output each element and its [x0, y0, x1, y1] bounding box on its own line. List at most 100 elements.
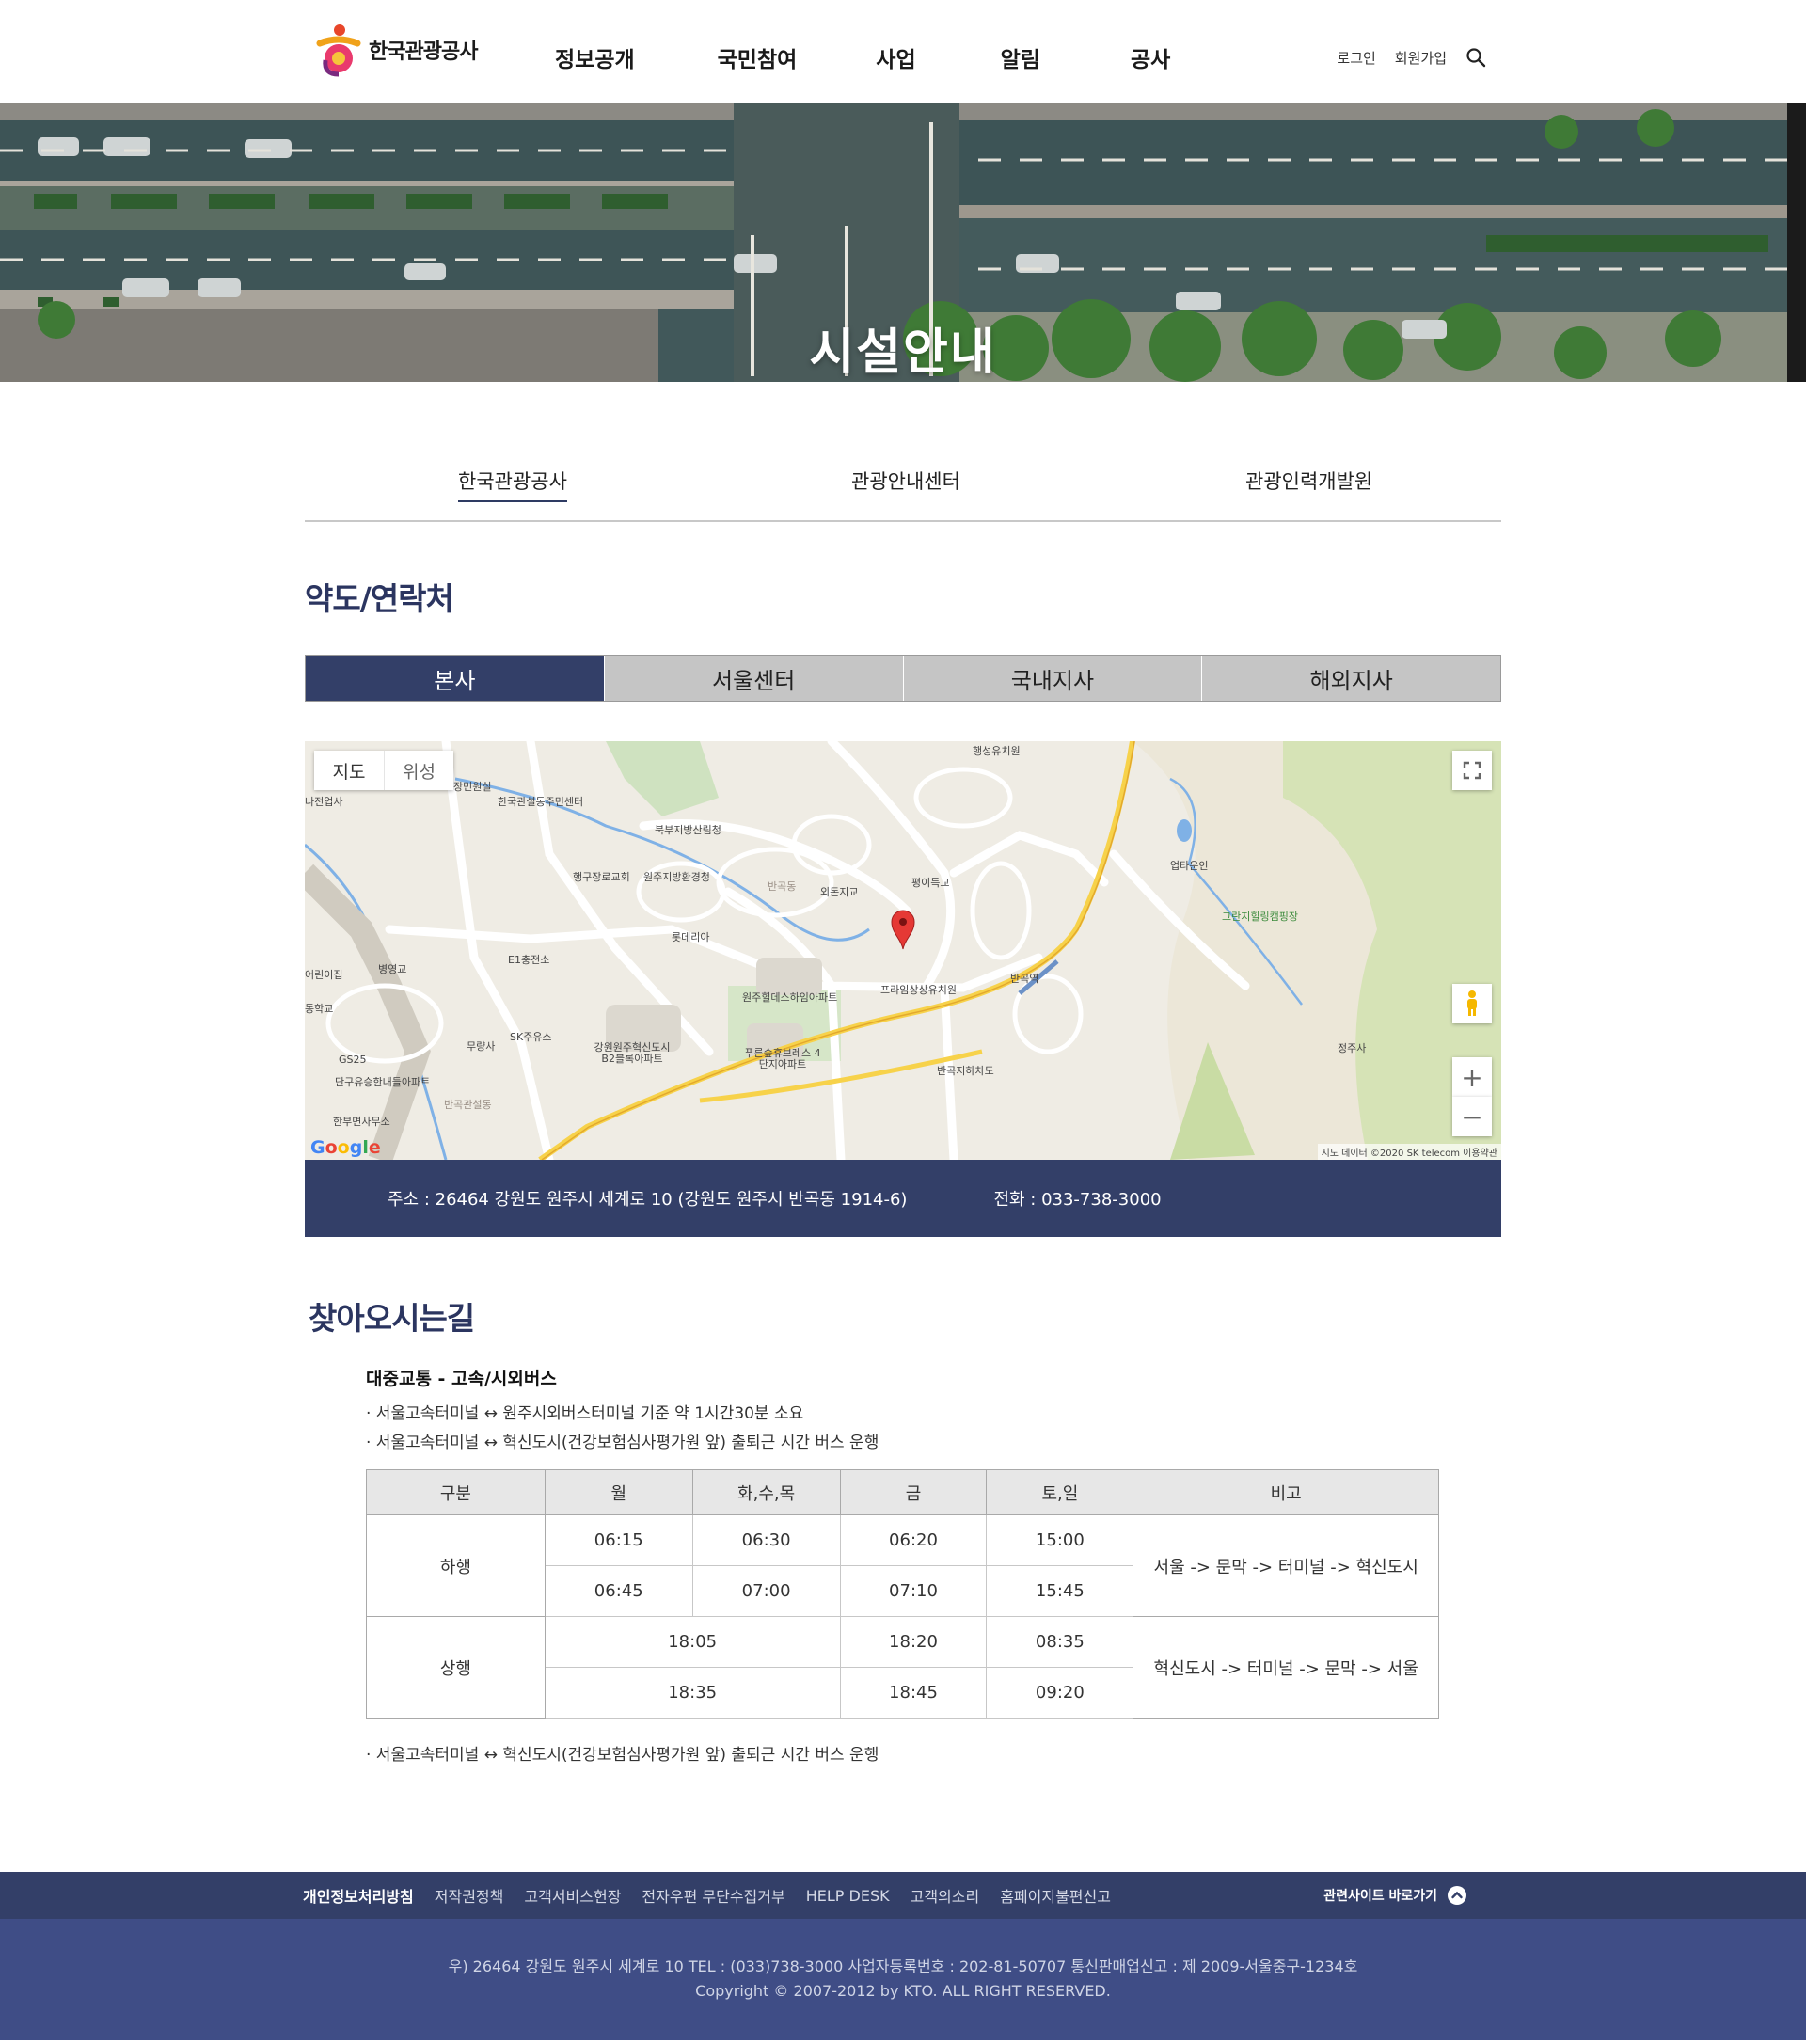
bullet-text: · 서울고속터미널 ↔ 원주시외버스터미널 기준 약 1시간30분 소요 [366, 1404, 804, 1423]
map-label: 원주힐데스하임아파트 [742, 991, 838, 1004]
subtab-tourist-center[interactable]: 관광안내센터 [851, 467, 960, 500]
site-header: 한국관광공사 정보공개 국민참여 사업 알림 공사 로그인 회원가입 [0, 0, 1806, 103]
transport-subtitle: 대중교통 - 고속/시외버스 [366, 1369, 557, 1389]
zoom-in-icon[interactable]: + [1452, 1057, 1492, 1097]
footer-link-service-charter[interactable]: 고객서비스헌장 [524, 1884, 621, 1907]
map-label: E1충전소 [508, 954, 550, 966]
map-label: 행구장로교회 [573, 871, 630, 883]
route-note: 서울 -> 문막 -> 터미널 -> 혁신도시 [1133, 1514, 1439, 1617]
page-title: 시설안내 [809, 325, 997, 381]
table-header: 화,수,목 [691, 1469, 841, 1515]
search-icon[interactable] [1465, 47, 1486, 68]
footer-link-copyright[interactable]: 저작권정책 [435, 1884, 504, 1907]
table-cell: 08:35 [986, 1616, 1134, 1668]
map-label: 반곡동 [768, 880, 797, 893]
footer-links: 개인정보처리방침 저작권정책 고객서비스헌장 전자우편 무단수집거부 HELP … [303, 1872, 1132, 1919]
footer-address: 우) 26464 강원도 원주시 세계로 10 TEL : (033)738-3… [448, 1957, 1358, 1975]
table-cell: 18:20 [839, 1616, 988, 1668]
location-map[interactable]: 지도 위성 + − 행성유치원 장민원실 한국관설동주민센터 나전업사 북부지방… [305, 741, 1501, 1160]
map-label: 어린이집 [305, 969, 343, 981]
map-label: 병영교 [378, 963, 407, 975]
subtab-kto[interactable]: 한국관광공사 [458, 467, 567, 502]
tab-domestic-branch[interactable]: 국내지사 [902, 656, 1202, 701]
map-label: 나전업사 [305, 796, 343, 808]
map-label: 반곡관설동 [444, 1099, 492, 1111]
footer-link-helpdesk[interactable]: HELP DESK [806, 1887, 890, 1905]
table-header: 토,일 [986, 1469, 1134, 1515]
bullet-text: · 서울고속터미널 ↔ 혁신도시(건강보험심사평가원 앞) 출퇴근 시간 버스 … [366, 1434, 879, 1452]
table-cell: 07:10 [839, 1565, 988, 1617]
kto-logo-icon [314, 23, 363, 77]
tab-headquarters[interactable]: 본사 [306, 656, 604, 701]
table-header: 비고 [1133, 1469, 1439, 1515]
map-label: 업타운인 [1170, 860, 1209, 872]
table-header: 구분 [366, 1469, 546, 1515]
table-cell: 15:45 [986, 1565, 1134, 1617]
map-attribution[interactable]: 지도 데이터 ©2020 SK telecom 이용약관 [1317, 1144, 1501, 1160]
table-cell: 18:05 [544, 1616, 841, 1668]
related-sites-button[interactable]: 관련사이트 바로가기 [1323, 1872, 1467, 1919]
nav-item-participation[interactable]: 국민참여 [718, 41, 798, 73]
bullet-text: · 서울고속터미널 ↔ 혁신도시(건강보험심사평가원 앞) 출퇴근 시간 버스 … [366, 1746, 879, 1765]
utility-menu: 로그인 회원가입 [1318, 47, 1486, 68]
footer-info: 우) 26464 강원도 원주시 세계로 10 TEL : (033)738-3… [0, 1919, 1806, 2040]
table-cell: 18:45 [839, 1667, 988, 1719]
footer-link-voice[interactable]: 고객의소리 [911, 1884, 980, 1907]
footer-link-bar: 개인정보처리방침 저작권정책 고객서비스헌장 전자우편 무단수집거부 HELP … [0, 1872, 1806, 1919]
tab-seoul-center[interactable]: 서울센터 [603, 656, 903, 701]
map-label: 한국관설동주민센터 [498, 796, 584, 808]
map-label: 반곡지하차도 [937, 1065, 994, 1077]
logo-text: 한국관광공사 [369, 40, 478, 64]
map-label: 외돈지교 [820, 886, 859, 898]
map-label: GS25 [339, 1054, 367, 1066]
footer-link-email-refusal[interactable]: 전자우편 무단수집거부 [642, 1884, 784, 1907]
main-content: 한국관광공사 관광안내센터 관광인력개발원 약도/연락처 본사 서울센터 국내지… [305, 382, 1501, 1765]
map-label: 행성유치원 [973, 745, 1021, 757]
table-cell: 06:45 [544, 1565, 693, 1617]
section-title-directions: 찾아오시는길 [309, 1300, 475, 1337]
map-label: 무량사 [467, 1040, 496, 1053]
site-logo[interactable]: 한국관광공사 [314, 23, 478, 77]
map-label: SK주유소 [510, 1031, 552, 1043]
google-logo: Google [310, 1137, 381, 1158]
map-label: 장민원실 [453, 781, 492, 793]
section-title-map: 약도/연락처 [305, 580, 454, 617]
nav-item-news[interactable]: 알림 [1001, 41, 1040, 73]
street-view-pegman-icon[interactable] [1452, 984, 1492, 1023]
subtab-hr-institute[interactable]: 관광인력개발원 [1245, 467, 1372, 500]
map-type-control: 지도 위성 [314, 751, 453, 790]
direction-label: 상행 [366, 1616, 546, 1719]
nav-item-business[interactable]: 사업 [876, 41, 915, 73]
login-link[interactable]: 로그인 [1337, 48, 1375, 68]
map-label: 그란지힐링캠핑장 [1222, 911, 1298, 923]
footer-link-privacy[interactable]: 개인정보처리방침 [303, 1884, 414, 1907]
table-cell: 06:15 [544, 1514, 693, 1566]
table-cell: 06:20 [839, 1514, 988, 1566]
map-label: 북부지방산림청 [655, 824, 721, 836]
table-cell: 06:30 [691, 1514, 841, 1566]
map-label: 단구유승한내들아파트 [335, 1076, 431, 1088]
footer-copyright: Copyright © 2007-2012 by KTO. ALL RIGHT … [695, 1982, 1111, 2000]
location-marker-icon[interactable] [890, 909, 916, 950]
table-header: 금 [839, 1469, 988, 1515]
signup-link[interactable]: 회원가입 [1395, 48, 1447, 68]
map-label: 반곡역 [1010, 973, 1039, 985]
site-footer: 개인정보처리방침 저작권정책 고객서비스헌장 전자우편 무단수집거부 HELP … [0, 1872, 1806, 2040]
table-cell: 09:20 [986, 1667, 1134, 1719]
fullscreen-icon[interactable] [1452, 751, 1492, 790]
zoom-out-icon[interactable]: − [1452, 1097, 1492, 1136]
map-type-satellite-button[interactable]: 위성 [384, 751, 453, 790]
nav-item-company[interactable]: 공사 [1131, 41, 1170, 73]
table-cell: 15:00 [986, 1514, 1134, 1566]
map-label: 동학교 [305, 1003, 334, 1015]
table-cell: 07:00 [691, 1565, 841, 1617]
nav-item-info[interactable]: 정보공개 [555, 41, 635, 73]
directions-body: 대중교통 - 고속/시외버스 · 서울고속터미널 ↔ 원주시외버스터미널 기준 … [305, 1365, 1501, 1765]
footer-link-report[interactable]: 홈페이지불편신고 [1000, 1884, 1111, 1907]
tab-overseas-branch[interactable]: 해외지사 [1201, 656, 1500, 701]
map-label: 정주사 [1338, 1042, 1367, 1054]
route-note: 혁신도시 -> 터미널 -> 문막 -> 서울 [1133, 1616, 1439, 1719]
map-label: 강원원주혁신도시 B2블록아파트 [594, 1041, 671, 1065]
map-type-map-button[interactable]: 지도 [314, 751, 384, 790]
map-label: 평이득교 [911, 877, 950, 889]
